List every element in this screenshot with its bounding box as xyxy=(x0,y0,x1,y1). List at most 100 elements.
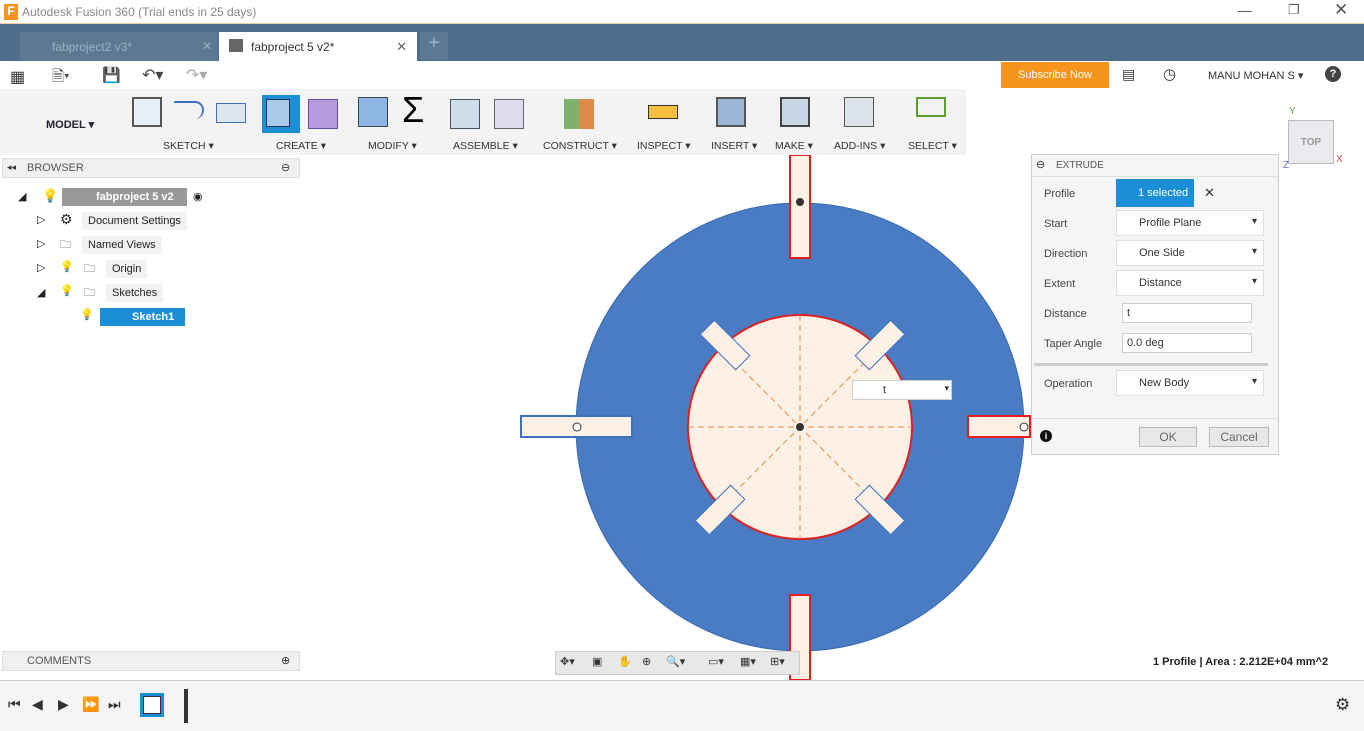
minimize-panel-icon[interactable]: ⊖ xyxy=(281,161,290,174)
sketch-menu[interactable]: SKETCH ▾ xyxy=(163,140,214,152)
user-menu[interactable]: MANU MOHAN S ▾ xyxy=(1208,69,1303,82)
minimize-button[interactable]: — xyxy=(1238,2,1252,18)
save-icon[interactable]: 💾 xyxy=(102,66,121,84)
new-tab-button[interactable]: + xyxy=(420,32,448,60)
rectangle-icon[interactable] xyxy=(216,103,246,123)
chevron-down-icon[interactable]: ▾ xyxy=(944,383,949,394)
operation-select[interactable]: New Body xyxy=(1116,370,1264,396)
grid-icon[interactable]: ▦▾ xyxy=(740,655,756,668)
insert-menu[interactable]: INSERT ▾ xyxy=(711,140,757,152)
step-forward-icon[interactable]: ⏩ xyxy=(82,696,99,713)
direction-select[interactable]: One Side xyxy=(1116,240,1264,266)
select-icon[interactable] xyxy=(916,97,946,117)
go-to-end-icon[interactable]: ⏭ xyxy=(108,696,121,713)
tab-fabproject5[interactable]: fabproject 5 v2* ✕ xyxy=(219,32,417,61)
fit-zoom-icon[interactable]: 🔍▾ xyxy=(666,655,685,668)
job-status-clock-icon[interactable]: ◷ xyxy=(1163,65,1176,83)
add-comment-icon[interactable]: ⊕ xyxy=(281,654,290,667)
parameters-sigma-icon[interactable]: Σ xyxy=(402,92,432,128)
tab-fabproject2[interactable]: fabproject2 v3* ✕ xyxy=(20,32,218,61)
ok-button[interactable]: OK xyxy=(1139,427,1197,447)
expand-icon[interactable]: ▷ xyxy=(37,213,45,226)
browser-item-sketch1[interactable]: Sketch1 xyxy=(100,308,185,326)
maximize-button[interactable]: ❐ xyxy=(1288,2,1300,18)
help-icon[interactable]: ? xyxy=(1325,66,1341,82)
construct-menu[interactable]: CONSTRUCT ▾ xyxy=(543,140,617,152)
data-panel-grid-icon[interactable]: ▦ xyxy=(10,67,25,87)
joint-icon[interactable] xyxy=(494,99,524,129)
expand-icon[interactable]: ▷ xyxy=(37,237,45,250)
browser-item-document-settings[interactable]: Document Settings xyxy=(82,212,187,230)
viewports-icon[interactable]: ⊞▾ xyxy=(770,655,785,668)
undo-icon[interactable]: ↶▾ xyxy=(142,65,163,85)
comments-panel-header[interactable]: COMMENTS ⊕ xyxy=(2,651,300,671)
tab-label: fabproject2 v3* xyxy=(52,40,133,54)
visibility-bulb-icon[interactable]: 💡 xyxy=(60,284,74,297)
info-icon[interactable]: i xyxy=(1040,430,1052,442)
line-icon[interactable] xyxy=(174,101,204,119)
visibility-bulb-icon[interactable]: 💡 xyxy=(60,260,74,273)
browser-root-node[interactable]: fabproject 5 v2 xyxy=(62,188,187,206)
orbit-icon[interactable]: ✥▾ xyxy=(560,655,575,668)
expand-root-icon[interactable]: ◢ xyxy=(18,190,26,203)
viewcube[interactable]: TOP xyxy=(1288,120,1334,164)
pan-hand-icon[interactable]: ✋ xyxy=(618,655,632,668)
close-tab-icon[interactable]: ✕ xyxy=(202,39,212,53)
profile-label: Profile xyxy=(1044,188,1076,200)
expand-icon[interactable]: ▷ xyxy=(37,261,45,274)
create-menu[interactable]: CREATE ▾ xyxy=(276,140,326,152)
press-pull-icon[interactable] xyxy=(358,97,388,127)
visibility-bulb-icon[interactable]: 💡 xyxy=(80,308,94,321)
inspect-menu[interactable]: INSPECT ▾ xyxy=(637,140,691,152)
assemble-menu[interactable]: ASSEMBLE ▾ xyxy=(453,140,518,152)
timeline-sketch-feature[interactable] xyxy=(140,693,164,717)
look-at-icon[interactable]: ▣ xyxy=(592,655,602,668)
display-settings-icon[interactable]: ▭▾ xyxy=(708,655,724,668)
file-menu-icon[interactable]: 🗎▾ xyxy=(52,66,70,91)
extent-select[interactable]: Distance xyxy=(1116,270,1264,296)
profile-selection-button[interactable]: 1 selected xyxy=(1116,179,1194,207)
cancel-button[interactable]: Cancel xyxy=(1209,427,1269,447)
create-form-icon[interactable] xyxy=(308,99,338,129)
close-tab-icon[interactable]: ✕ xyxy=(396,39,407,55)
3d-print-icon[interactable] xyxy=(780,97,810,127)
measure-icon[interactable] xyxy=(648,105,678,119)
visibility-bulb-icon[interactable]: 💡 xyxy=(42,188,58,204)
addins-menu[interactable]: ADD-INS ▾ xyxy=(834,140,885,152)
timeline-settings-gear-icon[interactable]: ⚙ xyxy=(1335,695,1350,715)
title-bar: F Autodesk Fusion 360 (Trial ends in 25 … xyxy=(0,0,1364,24)
collapse-icon[interactable]: ◢ xyxy=(37,286,45,299)
browser-item-origin[interactable]: Origin xyxy=(106,260,148,278)
insert-image-icon[interactable] xyxy=(716,97,746,127)
distance-input[interactable]: t xyxy=(1122,303,1252,323)
activate-radio-icon[interactable]: ◉ xyxy=(193,190,203,203)
browser-item-sketches[interactable]: Sketches xyxy=(106,284,164,302)
scripts-addins-icon[interactable] xyxy=(844,97,874,127)
workspace-switcher[interactable]: MODEL ▾ xyxy=(46,118,94,131)
notifications-icon[interactable]: ▤ xyxy=(1122,66,1135,83)
create-sketch-icon[interactable] xyxy=(132,97,162,127)
step-back-icon[interactable]: ◀ xyxy=(32,696,43,713)
collapse-dialog-icon[interactable]: ⊖ xyxy=(1036,158,1045,171)
new-component-icon[interactable] xyxy=(450,99,480,129)
modify-menu[interactable]: MODIFY ▾ xyxy=(368,140,417,152)
timeline-marker[interactable] xyxy=(184,689,188,723)
extrude-icon[interactable] xyxy=(262,95,300,133)
play-icon[interactable]: ▶ xyxy=(58,696,69,713)
select-menu[interactable]: SELECT ▾ xyxy=(908,140,957,152)
distance-input-value: t xyxy=(883,384,887,396)
start-select[interactable]: Profile Plane xyxy=(1116,210,1264,236)
browser-item-named-views[interactable]: Named Views xyxy=(82,236,162,254)
taper-angle-input[interactable]: 0.0 deg xyxy=(1122,333,1252,353)
make-menu[interactable]: MAKE ▾ xyxy=(775,140,813,152)
distance-manipulator-input[interactable]: t ▾ xyxy=(852,380,952,400)
subscribe-button[interactable]: Subscribe Now xyxy=(1001,62,1109,88)
redo-icon[interactable]: ↷▾ xyxy=(186,65,207,85)
offset-plane-icon[interactable] xyxy=(564,99,594,129)
close-window-button[interactable]: ✕ xyxy=(1334,0,1348,20)
zoom-icon[interactable]: ⊕ xyxy=(642,655,651,668)
go-to-start-icon[interactable]: ⏮ xyxy=(8,696,21,713)
clear-selection-icon[interactable]: ✕ xyxy=(1204,185,1215,201)
browser-panel-header[interactable]: ◂◂ BROWSER ⊖ xyxy=(2,158,300,178)
collapse-arrows-icon[interactable]: ◂◂ xyxy=(7,162,16,173)
